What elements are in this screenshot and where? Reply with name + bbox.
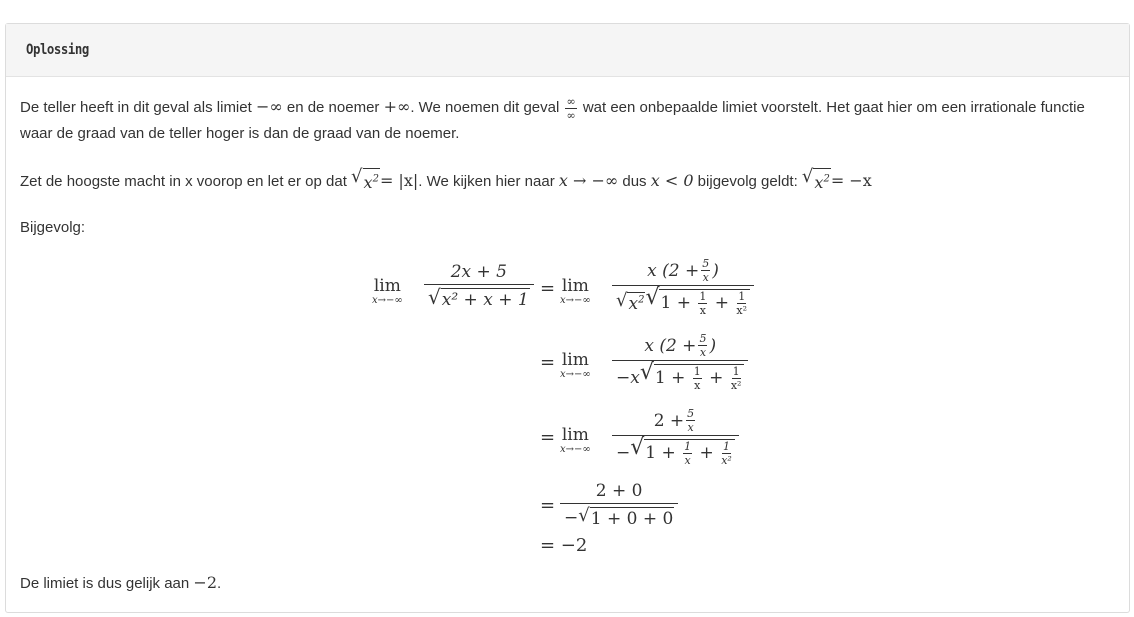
final-result: = −2	[540, 535, 588, 556]
fraction-line-3: x (2 + 5 x) −x √ 1 + 1x + 1 x²	[612, 333, 749, 391]
limit-derivation: lim x→−∞ 2x + 5 √ x² + x + 1 = lim x→−∞ x (…	[0, 0, 1134, 617]
fraction-line-5: 2 + 0 − √ 1 + 0 + 0	[560, 481, 679, 529]
lim-operator-4: lim x→−∞	[560, 425, 591, 456]
fraction-line-2: x (2 + 5 x) √ x2 √ 1 + 1x + 1 x²	[612, 258, 755, 316]
lim-operator-2: lim x→−∞	[560, 276, 591, 307]
fraction-line-4: 2 + 5x − √ 1 + 1x + 1 x²	[612, 408, 739, 466]
lim-operator-3: lim x→−∞	[560, 350, 591, 381]
lim-operator-1: lim x→−∞	[372, 276, 403, 307]
limit-value: −2	[193, 573, 218, 592]
paragraph-conclusion: De limiet is dus gelijk aan −2.	[20, 573, 222, 592]
fraction-line-1: 2x + 5 √ x² + x + 1	[424, 262, 534, 310]
